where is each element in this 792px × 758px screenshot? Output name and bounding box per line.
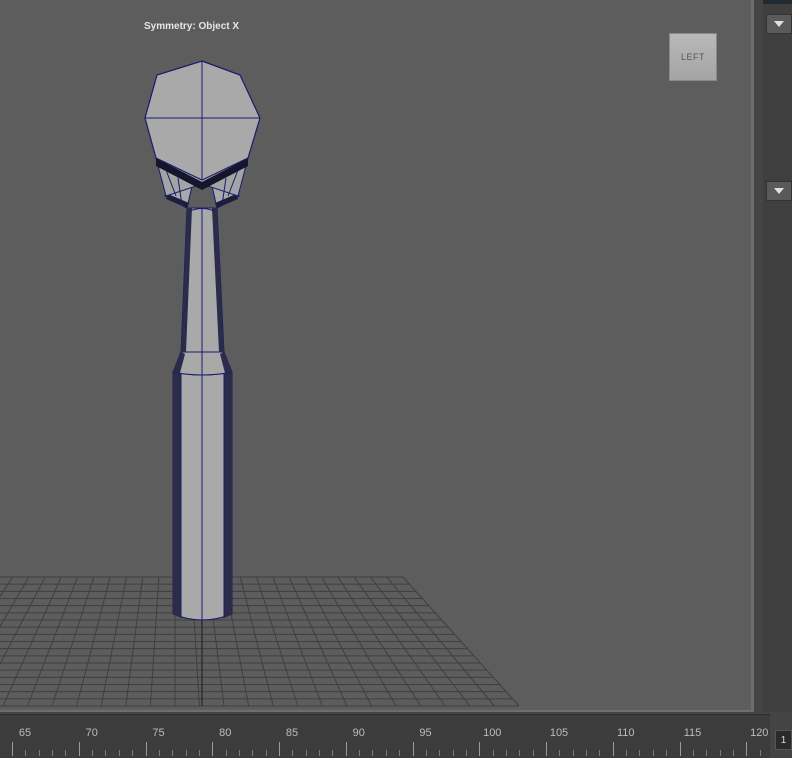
timeline-frame-label: 115	[684, 727, 702, 739]
timeline-minor-tick	[533, 750, 534, 756]
timeline-minor-tick	[319, 750, 320, 756]
lamp-post-model[interactable]	[145, 61, 260, 621]
timeline-minor-tick	[226, 750, 227, 756]
timeline-minor-tick	[586, 750, 587, 756]
panel-header-strip	[763, 0, 792, 4]
timeline-minor-tick	[666, 750, 667, 756]
timeline-minor-tick	[399, 750, 400, 756]
panel-dropdown-button[interactable]	[766, 181, 792, 201]
timeline-minor-tick	[453, 750, 454, 756]
timeline-minor-tick	[466, 750, 467, 756]
timeline-frame-label: 65	[19, 727, 31, 739]
timeline-frame-label: 80	[219, 727, 231, 739]
timeline-minor-tick	[39, 750, 40, 756]
timeline-minor-tick	[306, 750, 307, 756]
timeline-minor-tick	[159, 750, 160, 756]
timeline-frame-label: 95	[419, 727, 431, 739]
timeline-minor-tick	[559, 750, 560, 756]
timeline-minor-tick	[506, 750, 507, 756]
timeline-minor-tick	[439, 750, 440, 756]
timeline-major-tick	[613, 742, 614, 756]
timeline-minor-tick	[172, 750, 173, 756]
timeline-minor-tick	[519, 750, 520, 756]
timeline-frame-label: 90	[353, 727, 365, 739]
timeline-minor-tick	[52, 750, 53, 756]
timeline-minor-tick	[653, 750, 654, 756]
timeline-major-tick	[12, 742, 13, 756]
perspective-viewport[interactable]: Symmetry: Object X LEFT	[0, 0, 751, 710]
timeline-minor-tick	[693, 750, 694, 756]
timeline-major-tick	[479, 742, 480, 756]
timeline-major-tick	[279, 742, 280, 756]
timeline-minor-tick	[65, 750, 66, 756]
viewcube-left-face[interactable]: LEFT	[669, 33, 717, 81]
timeline-minor-tick	[760, 750, 761, 756]
timeline-minor-tick	[239, 750, 240, 756]
timeline-frame-label: 85	[286, 727, 298, 739]
timeline-major-tick	[212, 742, 213, 756]
timeline-frame-label: 120	[750, 727, 768, 739]
timeline-minor-tick	[132, 750, 133, 756]
time-slider[interactable]: 65 70 75 80 85 90 95 100 105 110 115 120	[0, 712, 770, 757]
timeline-minor-tick	[252, 750, 253, 756]
viewport-scene[interactable]	[0, 0, 751, 710]
timeline-major-tick	[346, 742, 347, 756]
timeline-minor-tick	[599, 750, 600, 756]
side-panel	[754, 0, 792, 712]
timeline-minor-tick	[25, 750, 26, 756]
timeline-minor-tick	[199, 750, 200, 756]
timeline-major-tick	[680, 742, 681, 756]
current-frame-field[interactable]: 1	[775, 730, 792, 750]
timeline-minor-tick	[573, 750, 574, 756]
timeline-minor-tick	[186, 750, 187, 756]
timeline-minor-tick	[720, 750, 721, 756]
timeline-frame-label: 105	[550, 727, 568, 739]
timeline-minor-tick	[266, 750, 267, 756]
timeline-minor-tick	[386, 750, 387, 756]
timeline-minor-tick	[493, 750, 494, 756]
timeline-major-tick	[546, 742, 547, 756]
timeline-minor-tick	[359, 750, 360, 756]
symmetry-status-label: Symmetry: Object X	[144, 21, 239, 32]
timeline-frame-label: 75	[152, 727, 164, 739]
timeline-minor-tick	[733, 750, 734, 756]
timeline-minor-tick	[706, 750, 707, 756]
timeline-minor-tick	[639, 750, 640, 756]
side-panel-body	[763, 0, 792, 712]
timeline-minor-tick	[92, 750, 93, 756]
timeline-major-tick	[146, 742, 147, 756]
timeline-minor-tick	[332, 750, 333, 756]
timeline-major-tick	[79, 742, 80, 756]
time-slider-track[interactable]: 65 70 75 80 85 90 95 100 105 110 115 120	[0, 714, 770, 758]
timeline-minor-tick	[292, 750, 293, 756]
timeline-major-tick	[746, 742, 747, 756]
timeline-minor-tick	[119, 750, 120, 756]
timeline-minor-tick	[426, 750, 427, 756]
triangle-down-icon	[773, 187, 785, 195]
ground-grid	[0, 577, 519, 706]
panel-dropdown-button[interactable]	[766, 14, 792, 34]
timeline-major-tick	[413, 742, 414, 756]
timeline-frame-label: 70	[86, 727, 98, 739]
timeline-frame-label: 100	[483, 727, 501, 739]
timeline-minor-tick	[626, 750, 627, 756]
timeline-minor-tick	[105, 750, 106, 756]
timeline-minor-tick	[372, 750, 373, 756]
triangle-down-icon	[773, 20, 785, 28]
timeline-frame-label: 110	[617, 727, 635, 739]
